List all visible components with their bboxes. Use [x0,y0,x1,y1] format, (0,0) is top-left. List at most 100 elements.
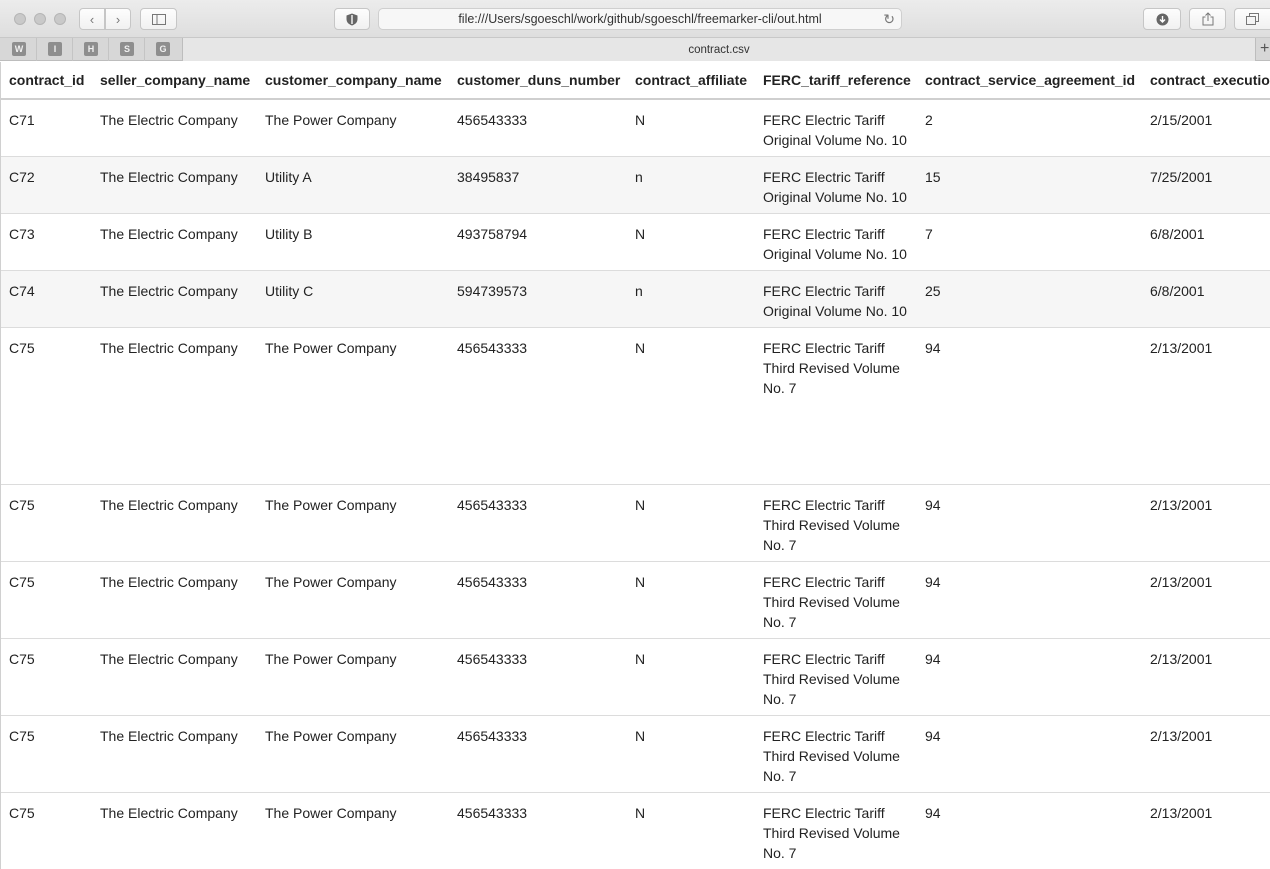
zoom-window-button[interactable] [54,13,66,25]
cell-customer: Utility C [257,270,449,328]
cell-seller: The Electric Company [92,270,257,328]
cell-ferc: FERC Electric Tariff Third Revised Volum… [755,638,917,716]
cell-agreement: 15 [917,156,1142,214]
cell-affiliate: n [627,156,755,214]
cell-duns: 456543333 [449,327,627,485]
table-row: C75 The Electric Company The Power Compa… [1,327,1270,485]
cell-contract-id: C75 [1,715,92,793]
cell-duns: 456543333 [449,792,627,869]
cell-seller: The Electric Company [92,715,257,793]
cell-seller: The Electric Company [92,792,257,869]
favorite-h[interactable]: H [84,42,98,56]
cell-agreement: 94 [917,327,1142,485]
cell-contract-id: C75 [1,327,92,485]
cell-duns: 594739573 [449,270,627,328]
downloads-button[interactable] [1143,8,1181,30]
cell-seller: The Electric Company [92,561,257,639]
url-text: file:///Users/sgoeschl/work/github/sgoes… [458,12,822,26]
divider [144,38,145,61]
download-icon [1156,13,1168,25]
cell-seller: The Electric Company [92,213,257,271]
cell-affiliate: N [627,327,755,485]
cell-contract-id: C75 [1,484,92,562]
favorite-w[interactable]: W [12,42,26,56]
column-header: seller_company_name [92,62,257,100]
cell-duns: 456543333 [449,715,627,793]
table-row: C74 The Electric Company Utility C 59473… [1,270,1270,328]
cell-affiliate: N [627,484,755,562]
column-header: customer_company_name [257,62,449,100]
cell-ferc: FERC Electric Tariff Third Revised Volum… [755,484,917,562]
reload-icon[interactable]: ↻ [883,11,895,28]
cell-ferc: FERC Electric Tariff Third Revised Volum… [755,561,917,639]
cell-execution: 7/25/2001 [1142,156,1270,214]
tab-title: contract.csv [688,43,750,56]
cell-execution: 2/13/2001 [1142,792,1270,869]
cell-execution: 6/8/2001 [1142,213,1270,271]
table-row: C75 The Electric Company The Power Compa… [1,484,1270,562]
table-header-row: contract_id seller_company_name customer… [1,62,1270,100]
cell-agreement: 94 [917,715,1142,793]
favorite-i[interactable]: I [48,42,62,56]
tab-overview-button[interactable] [1234,8,1270,30]
page-content: contract_id seller_company_name customer… [0,62,1270,869]
table-row: C75 The Electric Company The Power Compa… [1,715,1270,793]
tab-bar: W I H S G contract.csv + [0,38,1270,61]
shield-icon [346,13,358,25]
cell-ferc: FERC Electric Tariff Original Volume No.… [755,99,917,157]
cell-duns: 456543333 [449,484,627,562]
cell-customer: The Power Company [257,327,449,485]
cell-affiliate: N [627,792,755,869]
cell-agreement: 94 [917,638,1142,716]
share-button[interactable] [1189,8,1226,30]
cell-affiliate: N [627,638,755,716]
cell-ferc: FERC Electric Tariff Third Revised Volum… [755,327,917,485]
tab-contract-csv[interactable]: contract.csv [182,38,1256,61]
forward-button[interactable]: › [105,8,131,30]
share-icon [1202,12,1213,26]
favorite-s[interactable]: S [120,42,134,56]
table-row: C75 The Electric Company The Power Compa… [1,792,1270,869]
cell-seller: The Electric Company [92,327,257,485]
cell-customer: Utility B [257,213,449,271]
cell-customer: The Power Company [257,561,449,639]
cell-contract-id: C72 [1,156,92,214]
column-header: contract_affiliate [627,62,755,100]
url-bar[interactable]: file:///Users/sgoeschl/work/github/sgoes… [378,8,902,30]
privacy-report-button[interactable] [334,8,370,30]
cell-agreement: 7 [917,213,1142,271]
cell-agreement: 94 [917,792,1142,869]
cell-customer: Utility A [257,156,449,214]
contract-table: contract_id seller_company_name customer… [1,62,1270,869]
minimize-window-button[interactable] [34,13,46,25]
cell-ferc: FERC Electric Tariff Original Volume No.… [755,156,917,214]
favorite-g[interactable]: G [156,42,170,56]
cell-customer: The Power Company [257,638,449,716]
cell-duns: 493758794 [449,213,627,271]
cell-duns: 38495837 [449,156,627,214]
cell-seller: The Electric Company [92,99,257,157]
chevron-right-icon: › [115,11,121,27]
column-header: FERC_tariff_reference [755,62,917,100]
cell-execution: 2/13/2001 [1142,715,1270,793]
cell-execution: 2/13/2001 [1142,327,1270,485]
column-header: contract_service_agreement_id [917,62,1142,100]
cell-affiliate: n [627,270,755,328]
cell-ferc: FERC Electric Tariff Third Revised Volum… [755,715,917,793]
cell-customer: The Power Company [257,792,449,869]
column-header: contract_id [1,62,92,100]
table-row: C75 The Electric Company The Power Compa… [1,638,1270,716]
sidebar-toggle-button[interactable] [140,8,177,30]
back-button[interactable]: ‹ [79,8,105,30]
divider [108,38,109,61]
cell-seller: The Electric Company [92,156,257,214]
column-header: contract_executio [1142,62,1270,100]
divider [36,38,37,61]
cell-contract-id: C75 [1,638,92,716]
cell-customer: The Power Company [257,715,449,793]
cell-contract-id: C74 [1,270,92,328]
cell-affiliate: N [627,715,755,793]
close-window-button[interactable] [14,13,26,25]
new-tab-button[interactable]: + [1260,40,1269,58]
cell-duns: 456543333 [449,99,627,157]
